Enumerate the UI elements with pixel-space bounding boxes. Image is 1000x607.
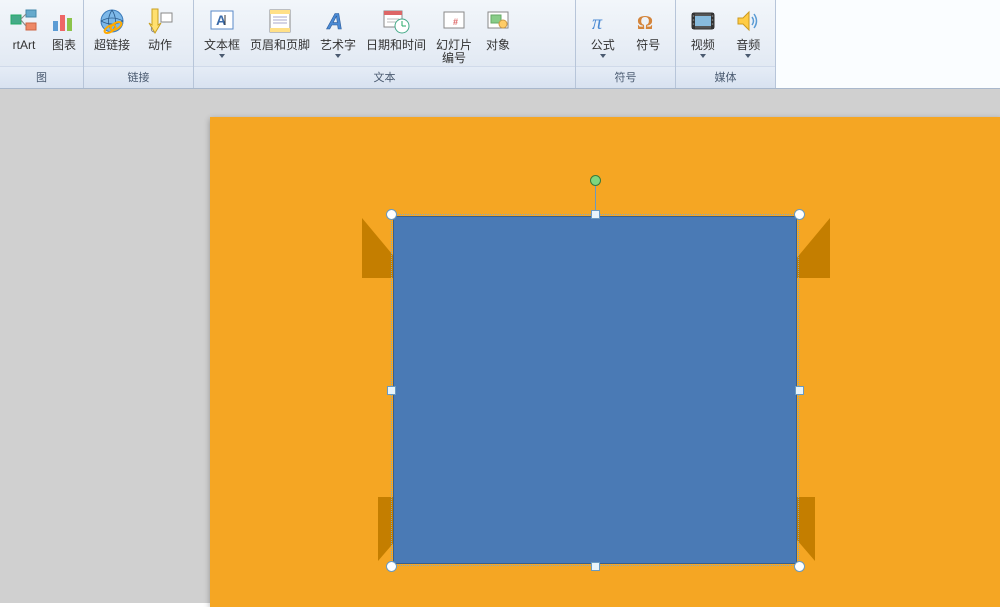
resize-handle-sw[interactable] <box>386 561 397 572</box>
audio-label: 音频 <box>736 39 760 52</box>
action-button[interactable]: 动作 <box>136 2 184 66</box>
textbox-button[interactable]: A 文本框 <box>198 2 246 66</box>
chart-icon <box>48 5 80 37</box>
chevron-down-icon <box>219 54 225 58</box>
svg-text:π: π <box>592 12 603 34</box>
ribbon-group-illustrations: rtArt 图表 图 <box>0 0 84 88</box>
video-button[interactable]: 视频 <box>680 2 726 66</box>
object-button[interactable]: 对象 <box>478 2 518 66</box>
group-label-illustrations: 图 <box>0 66 83 88</box>
svg-text:A: A <box>326 9 343 34</box>
ribbon: rtArt 图表 图 超链接 动作 <box>0 0 1000 89</box>
audio-button[interactable]: 音频 <box>726 2 772 66</box>
wordart-button[interactable]: A 艺术字 <box>314 2 362 66</box>
rotation-handle[interactable] <box>590 175 601 186</box>
audio-icon <box>732 5 764 37</box>
slide-number-label: 幻灯片 编号 <box>436 39 472 65</box>
resize-handle-se[interactable] <box>794 561 805 572</box>
resize-handle-e[interactable] <box>795 386 804 395</box>
hyperlink-label: 超链接 <box>94 39 130 52</box>
symbol-icon: Ω <box>632 5 664 37</box>
ribbon-group-media: 视频 音频 媒体 <box>676 0 776 88</box>
slide-number-button[interactable]: # 幻灯片 编号 <box>430 2 478 66</box>
smartart-button[interactable]: rtArt <box>4 2 44 66</box>
smartart-label: rtArt <box>13 39 36 52</box>
video-label: 视频 <box>691 39 715 52</box>
header-footer-icon <box>264 5 296 37</box>
selected-shape-rectangle[interactable] <box>393 216 797 564</box>
workspace[interactable] <box>0 89 1000 603</box>
smartart-icon <box>8 5 40 37</box>
slide-number-icon: # <box>438 5 470 37</box>
header-footer-button[interactable]: 页眉和页脚 <box>246 2 314 66</box>
object-label: 对象 <box>486 39 510 52</box>
resize-handle-s[interactable] <box>591 562 600 571</box>
chart-button[interactable]: 图表 <box>44 2 84 66</box>
date-time-icon <box>380 5 412 37</box>
slide-canvas[interactable] <box>210 117 1000 607</box>
action-icon <box>144 5 176 37</box>
equation-button[interactable]: π 公式 <box>580 2 626 66</box>
chart-label: 图表 <box>52 39 76 52</box>
resize-handle-w[interactable] <box>387 386 396 395</box>
action-label: 动作 <box>148 39 172 52</box>
group-label-text: 文本 <box>194 66 575 88</box>
resize-handle-nw[interactable] <box>386 209 397 220</box>
chevron-down-icon <box>745 54 751 58</box>
group-label-links: 链接 <box>84 66 193 88</box>
svg-text:Ω: Ω <box>637 12 653 34</box>
ribbon-group-text: A 文本框 页眉和页脚 A 艺术字 <box>194 0 576 88</box>
wordart-label: 艺术字 <box>320 39 356 52</box>
object-icon <box>482 5 514 37</box>
equation-icon: π <box>587 5 619 37</box>
group-label-media: 媒体 <box>676 66 775 88</box>
chevron-down-icon <box>700 54 706 58</box>
wordart-icon: A <box>322 5 354 37</box>
chevron-down-icon <box>600 54 606 58</box>
resize-handle-ne[interactable] <box>794 209 805 220</box>
symbol-label: 符号 <box>636 39 660 52</box>
resize-handle-n[interactable] <box>591 210 600 219</box>
textbox-icon: A <box>206 5 238 37</box>
header-footer-label: 页眉和页脚 <box>250 39 310 52</box>
svg-text:#: # <box>453 17 458 27</box>
equation-label: 公式 <box>591 39 615 52</box>
date-time-button[interactable]: 日期和时间 <box>362 2 430 66</box>
ribbon-group-links: 超链接 动作 链接 <box>84 0 194 88</box>
group-label-symbols: 符号 <box>576 66 675 88</box>
symbol-button[interactable]: Ω 符号 <box>626 2 672 66</box>
chevron-down-icon <box>335 54 341 58</box>
ribbon-group-symbols: π 公式 Ω 符号 符号 <box>576 0 676 88</box>
hyperlink-button[interactable]: 超链接 <box>88 2 136 66</box>
textbox-label: 文本框 <box>204 39 240 52</box>
video-icon <box>687 5 719 37</box>
date-time-label: 日期和时间 <box>366 39 426 52</box>
hyperlink-icon <box>96 5 128 37</box>
